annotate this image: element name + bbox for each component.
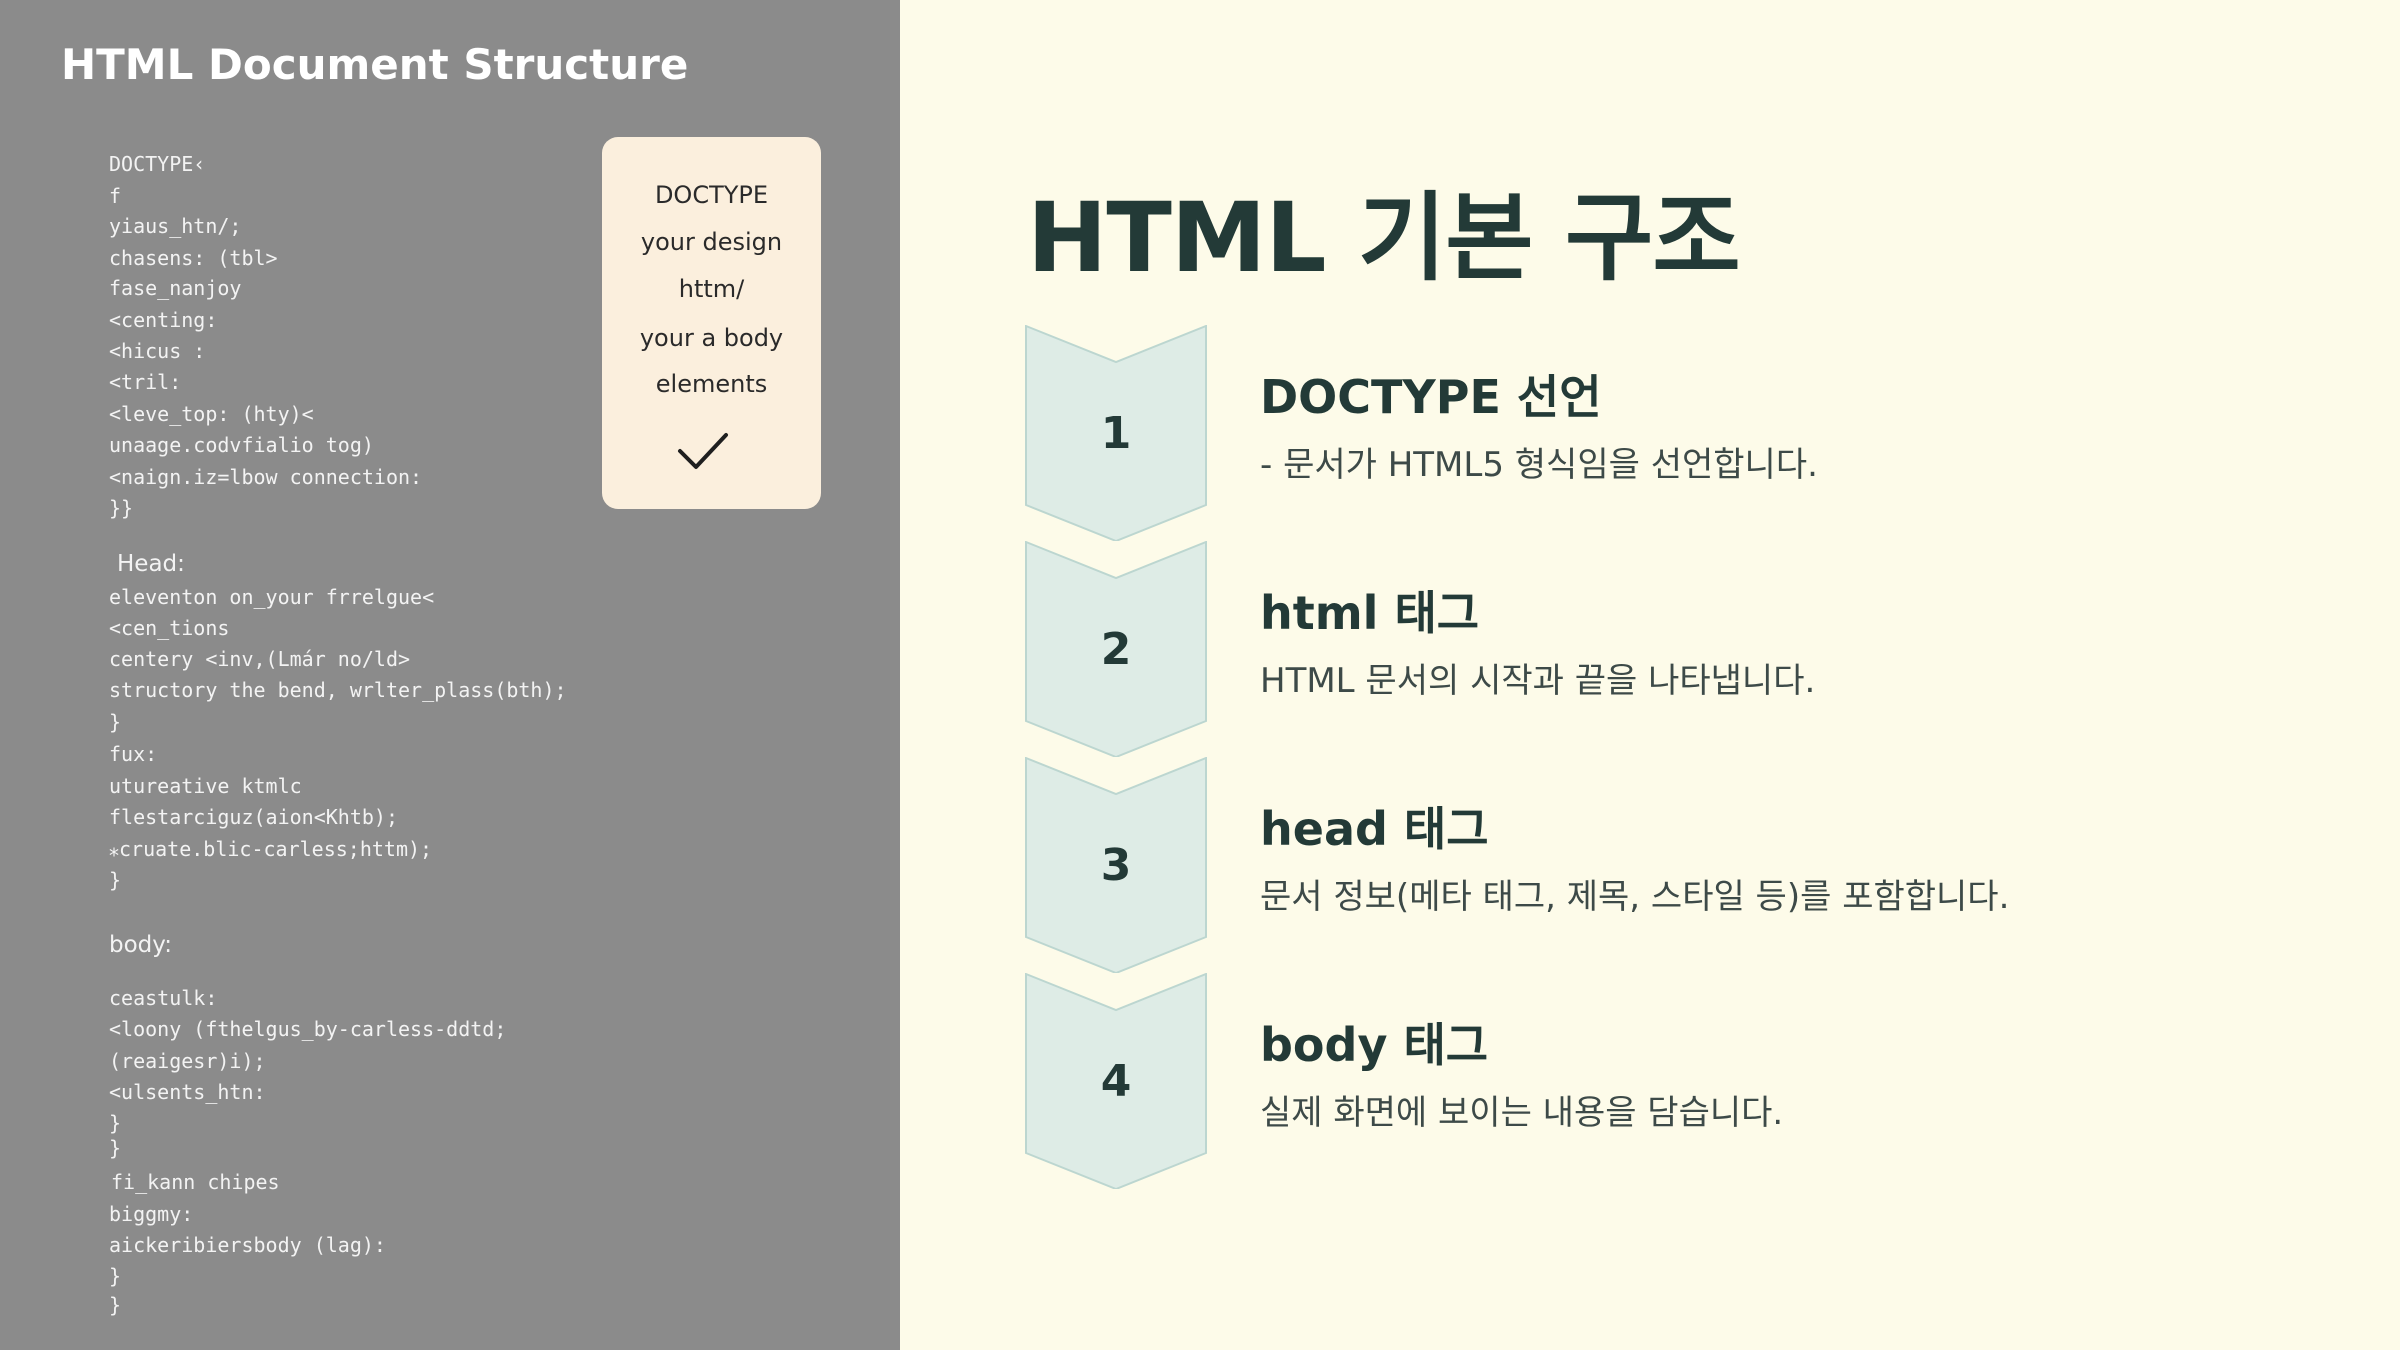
code-line: } — [109, 710, 122, 734]
code-line: aickeribiersbody (lag): — [109, 1233, 386, 1257]
code-line: unaage.codvfialio tog) — [109, 433, 374, 457]
step-title: DOCTYPE 선언 — [1260, 370, 1602, 424]
code-line: ⁎cruate.blic-carless;httm); — [109, 837, 433, 861]
code-line: Head: — [117, 551, 185, 577]
code-line: ceastulk: — [109, 986, 218, 1010]
code-line: fi_kann chipes — [111, 1170, 280, 1194]
code-line: centery <inv,(Lmár no/ld> — [109, 647, 411, 671]
code-line: <leve_top: (hty)< — [109, 402, 314, 426]
code-line: <centing: — [109, 308, 218, 332]
panel-title: HTML Document Structure — [61, 40, 689, 89]
code-line: f — [109, 184, 122, 208]
code-line: DOCTYPE‹ — [109, 152, 206, 176]
step-html: 2 html 태그 HTML 문서의 시작과 끝을 나타냅니다. — [1025, 541, 2325, 757]
check-icon — [678, 433, 728, 469]
page-title: HTML 기본 구조 — [1027, 182, 1741, 294]
code-line: fase_nanjoy — [109, 276, 242, 300]
step-description: 문서 정보(메타 태그, 제목, 스타일 등)를 포함합니다. — [1260, 877, 2010, 917]
code-line: <loony (fthelgus_by-carless-ddtd; — [109, 1017, 507, 1041]
code-line: utureative ktmlc — [109, 774, 302, 798]
code-line: } — [109, 1136, 122, 1160]
code-block: DOCTYPE‹ f yiaus_htn/; chasens: (tbl> fa… — [0, 0, 567, 1315]
code-line: fux: — [109, 742, 158, 766]
step-number: 1 — [1100, 407, 1132, 459]
card-line: your design — [640, 228, 783, 256]
step-number: 2 — [1100, 623, 1132, 675]
card-line: DOCTYPE — [654, 181, 769, 209]
code-line: biggmy: — [109, 1202, 194, 1226]
step-title: head 태그 — [1260, 802, 1489, 856]
step-description: - 문서가 HTML5 형식임을 선언합니다. — [1260, 445, 1818, 485]
step-description: HTML 문서의 시작과 끝을 나타냅니다. — [1260, 661, 1816, 701]
code-line: <ulsents_htn: — [109, 1080, 266, 1104]
code-line: <tril: — [109, 370, 182, 394]
step-title: html 태그 — [1260, 586, 1480, 640]
step-body: 4 body 태그 실제 화면에 보이는 내용을 담습니다. — [1025, 973, 2325, 1189]
code-line: } — [109, 1264, 122, 1288]
step-description: 실제 화면에 보이는 내용을 담습니다. — [1260, 1093, 1784, 1133]
code-line: structory the bend, wrlter_plass(bth); — [109, 678, 567, 702]
card-line: httm/ — [678, 275, 745, 303]
code-line: <naign.iz=lbow connection: — [109, 465, 423, 489]
code-line: } — [109, 1111, 122, 1135]
code-line: } — [109, 1293, 122, 1317]
code-line: chasens: (tbl> — [109, 246, 278, 270]
step-doctype: 1 DOCTYPE 선언 - 문서가 HTML5 형식임을 선언합니다. — [1025, 325, 2325, 541]
card-line: your a body — [639, 324, 784, 352]
step-title: body 태그 — [1260, 1018, 1489, 1072]
code-line: }} — [109, 496, 134, 520]
step-head: 3 head 태그 문서 정보(메타 태그, 제목, 스타일 등)를 포함합니다… — [1025, 757, 2325, 973]
code-line: <cen_tions — [109, 616, 230, 640]
step-number: 3 — [1100, 839, 1132, 891]
code-line: flestarciguz(aion<Khtb); — [109, 805, 398, 829]
code-line: <hicus : — [109, 339, 206, 363]
code-line: (reaigesr)i); — [109, 1049, 266, 1073]
doctype-card: DOCTYPE your design httm/ your a body el… — [602, 137, 821, 509]
code-line: eleventon on_your frrelgue< — [109, 585, 435, 609]
code-line: body: — [109, 932, 172, 958]
code-line: yiaus_htn/; — [109, 214, 242, 238]
code-panel: HTML Document Structure DOCTYPE‹ f yiaus… — [0, 0, 900, 1350]
card-line: elements — [655, 370, 768, 398]
step-number: 4 — [1100, 1055, 1132, 1107]
code-line: } — [109, 868, 122, 892]
